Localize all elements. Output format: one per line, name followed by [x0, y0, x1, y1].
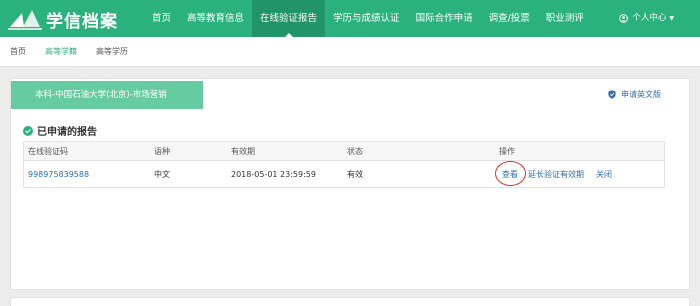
nav-career-assessment[interactable]: 职业测评 — [538, 0, 592, 37]
nav-survey-vote[interactable]: 调查/投票 — [481, 0, 538, 37]
view-label: 查看 — [502, 169, 518, 179]
section-title-text: 已申请的报告 — [37, 127, 97, 138]
book-logo-icon — [8, 10, 42, 30]
report-panel: 本科-中国石油大学(北京)-市场营销 申请英文版 已申请的报告 在线验证码 语种… — [10, 78, 690, 290]
verification-code-link[interactable]: 998975839588 — [24, 161, 154, 187]
shield-icon — [608, 90, 616, 99]
reports-table: 在线验证码 语种 有效期 状态 操作 998975839588 中文 2018-… — [23, 141, 665, 188]
close-report-button[interactable]: 关闭 — [596, 169, 612, 180]
apply-english-label: 申请英文版 — [621, 90, 661, 99]
header-status: 状态 — [347, 146, 363, 156]
subnav-academic-degree[interactable]: 高等学历 — [96, 46, 128, 57]
chsi-logo[interactable]: 学信档案 — [8, 6, 118, 32]
main-nav: 首页 高等教育信息 在线验证报告 学历与成绩认证 国际合作申请 调查/投票 职业… — [144, 0, 592, 37]
next-panel-edge — [10, 297, 690, 306]
nav-home[interactable]: 首页 — [144, 0, 179, 37]
check-circle-icon — [23, 125, 33, 136]
subnav-student-status[interactable]: 高等学籍 — [45, 46, 77, 57]
section-title: 已申请的报告 — [23, 123, 97, 138]
row-actions: 查看 延长验证有效期 关闭 — [495, 160, 612, 186]
header-language: 语种 — [154, 146, 170, 156]
chevron-down-icon: ▼ — [669, 15, 674, 22]
table-header-row: 在线验证码 语种 有效期 状态 操作 — [24, 142, 664, 161]
logo-text: 学信档案 — [46, 11, 118, 32]
actions-cell: 查看 延长验证有效期 关闭 — [495, 160, 664, 187]
table-row: 998975839588 中文 2018-05-01 23:59:59 有效 查… — [24, 160, 664, 187]
nav-international-cooperation[interactable]: 国际合作申请 — [408, 0, 481, 37]
nav-higher-education-info[interactable]: 高等教育信息 — [179, 0, 252, 37]
view-report-button[interactable]: 查看 — [495, 160, 526, 186]
header-actions: 操作 — [499, 146, 515, 156]
expiry-cell: 2018-05-01 23:59:59 — [231, 169, 316, 179]
user-center-menu[interactable]: 个人中心 ▼ — [619, 0, 674, 37]
top-header: 学信档案 首页 高等教育信息 在线验证报告 学历与成绩认证 国际合作申请 调查/… — [0, 0, 700, 37]
header-verification-code: 在线验证码 — [28, 146, 68, 156]
header-expiry: 有效期 — [231, 146, 255, 156]
nav-degree-grade-certification[interactable]: 学历与成绩认证 — [325, 0, 408, 37]
user-icon — [619, 14, 629, 23]
user-center-label: 个人中心 — [632, 13, 667, 23]
sub-nav: 首页 高等学籍 高等学历 — [0, 37, 700, 67]
extend-validity-button[interactable]: 延长验证有效期 — [528, 169, 584, 180]
subnav-home[interactable]: 首页 — [10, 46, 26, 57]
language-cell: 中文 — [154, 169, 170, 179]
status-cell: 有效 — [347, 169, 363, 179]
apply-english-link[interactable]: 申请英文版 — [608, 89, 661, 100]
nav-online-verification-report[interactable]: 在线验证报告 — [252, 0, 326, 37]
major-banner: 本科-中国石油大学(北京)-市场营销 — [11, 81, 203, 109]
